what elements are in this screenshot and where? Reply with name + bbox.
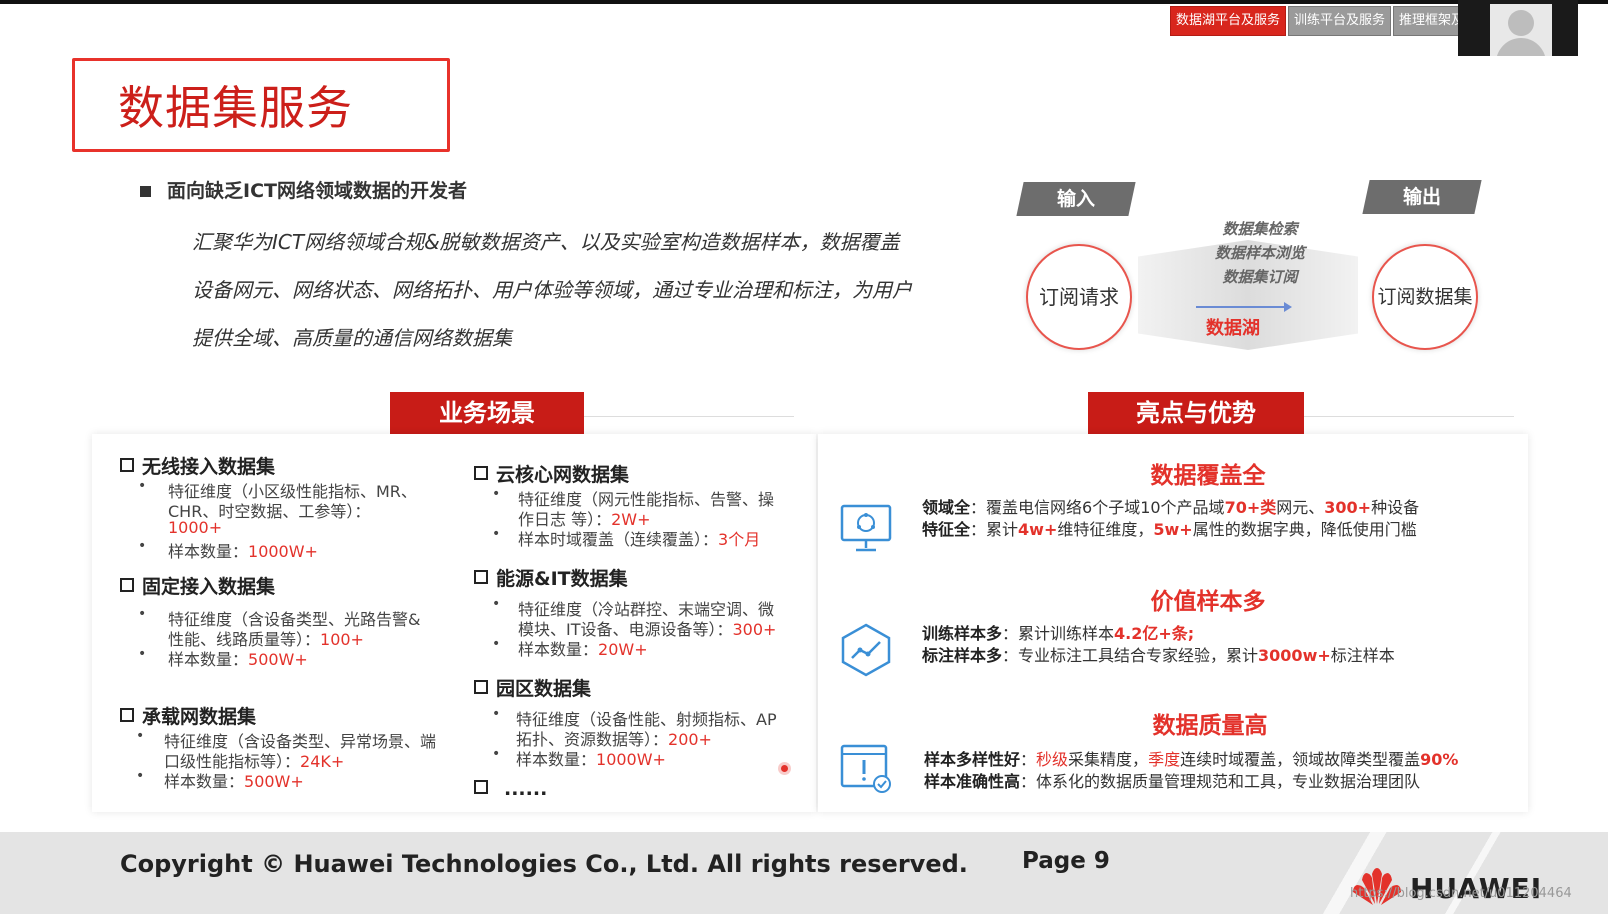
output-label: 输出	[1362, 180, 1482, 214]
dataset-fixed-title: 固定接入数据集	[120, 572, 275, 599]
monitor-icon	[840, 504, 892, 552]
advantages-divider	[1304, 416, 1514, 417]
quality-diversity-line: 样本多样性好：秒级采集精度，季度连续时域覆盖，领域故障类型覆盖90%	[924, 750, 1459, 769]
fixed-sample-line: 样本数量：500W+	[168, 650, 308, 669]
dataset-campus-title: 园区数据集	[474, 674, 591, 701]
page-title: 数据集服务	[118, 81, 353, 135]
dataset-more: ......	[474, 778, 547, 800]
wireless-feature-value: 1000+	[168, 518, 223, 537]
intro-line-1: 汇聚华为ICT网络领域合规&脱敏数据资产、以及实验室构造数据样本，数据覆盖	[192, 230, 900, 254]
quality-check-icon	[840, 744, 891, 793]
adv-quality-title: 数据质量高	[1152, 713, 1268, 739]
arrow-right-icon	[1196, 302, 1292, 312]
audience-bullet: 面向缺乏ICT网络领域数据的开发者	[140, 176, 467, 203]
dataset-energy-title: 能源&IT数据集	[474, 564, 628, 591]
flow-step-browse: 数据样本浏览	[1214, 244, 1305, 262]
audience-text: 面向缺乏ICT网络领域数据的开发者	[167, 180, 467, 202]
intro-line-3: 提供全域、高质量的通信网络数据集	[192, 326, 512, 350]
flow-step-search: 数据集检索	[1222, 220, 1298, 238]
coverage-feature-line: 特征全：累计4w+维特征维度，5w+属性的数据字典，降低使用门槛	[922, 520, 1417, 539]
tab-data-lake[interactable]: 数据湖平台及服务	[1170, 6, 1287, 36]
dataset-core-title: 云核心网数据集	[474, 460, 629, 487]
flow-step-subscribe: 数据集订阅	[1222, 268, 1298, 286]
scenarios-header: 业务场景	[390, 392, 584, 434]
bearer-sample-line: 样本数量：500W+	[164, 772, 304, 791]
dataset-bearer-title: 承载网数据集	[120, 702, 256, 729]
adv-coverage-title: 数据覆盖全	[1150, 463, 1266, 489]
webcam-thumbnail	[1458, 0, 1578, 56]
samples-training-line: 训练样本多：累计训练样本4.2亿+条;	[922, 624, 1195, 643]
watermark-text: https://blog.csdn.net/u011204464	[1350, 886, 1572, 901]
samples-label-line: 标注样本多：专业标注工具结合专家经验，累计3000w+标注样本	[922, 646, 1395, 665]
input-label: 输入	[1016, 182, 1136, 216]
pointer-dot	[781, 765, 788, 772]
adv-samples-title: 价值样本多	[1150, 589, 1266, 615]
energy-sample-line: 样本数量：20W+	[518, 640, 648, 659]
copyright-text: Copyright © Huawei Technologies Co., Ltd…	[120, 850, 968, 878]
data-lake-label: 数据湖	[1206, 318, 1260, 339]
core-sample-line: 样本时域覆盖（连续覆盖）：3个月	[518, 530, 761, 549]
top-bar	[0, 0, 1608, 4]
intro-line-2: 设备网元、网络状态、网络拓扑、用户体验等领域，通过专业治理和标注，为用户	[192, 278, 912, 302]
section-tabs: 数据湖平台及服务 训练平台及服务 推理框架及服务	[1170, 6, 1497, 36]
wireless-sample-line: 样本数量：1000W+	[168, 542, 318, 561]
avatar	[1490, 4, 1552, 56]
output-node: 订阅数据集	[1372, 244, 1478, 350]
page-number: Page 9	[1022, 848, 1110, 874]
scenarios-divider	[584, 416, 794, 417]
coverage-domain-line: 领域全：覆盖电信网络6个子域10个产品域70+类网元、300+种设备	[922, 498, 1420, 517]
advantages-header: 亮点与优势	[1088, 392, 1304, 434]
dataset-wireless-title: 无线接入数据集	[120, 452, 275, 479]
quality-accuracy-line: 样本准确性高：体系化的数据质量管理规范和工具，专业数据治理团队	[924, 772, 1421, 791]
tab-training[interactable]: 训练平台及服务	[1288, 6, 1392, 36]
square-bullet-icon	[140, 186, 151, 197]
input-node: 订阅请求	[1026, 244, 1132, 350]
campus-sample-line: 样本数量：1000W+	[516, 750, 666, 769]
trend-chart-icon	[841, 623, 891, 677]
